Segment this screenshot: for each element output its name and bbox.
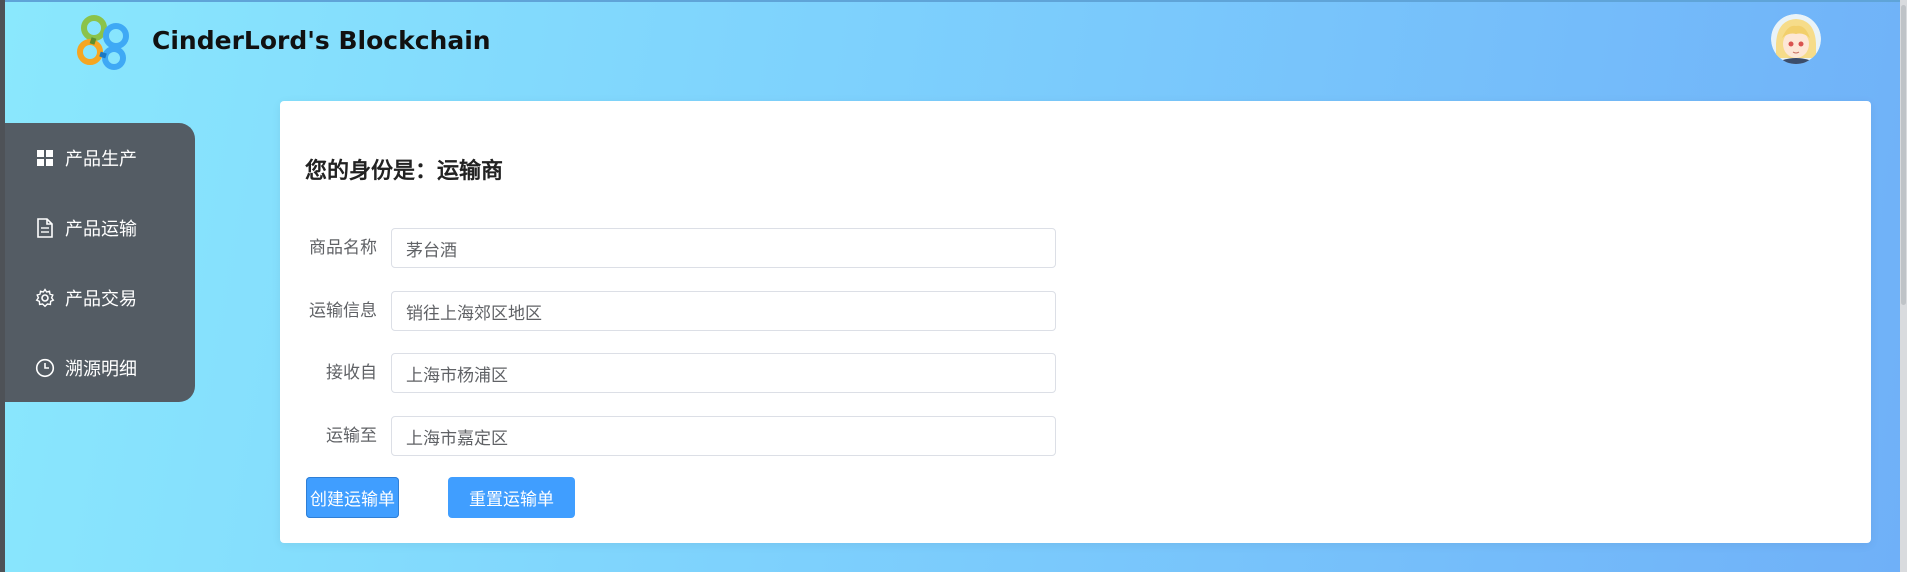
transport-to-label: 运输至 [326,426,377,446]
transport-form-card: 您的身份是：运输商 商品名称 运输信息 接收自 运输至 创建运输单 重置运输单 [280,101,1871,543]
received-from-input[interactable] [391,353,1056,393]
product-name-label: 商品名称 [309,238,377,258]
app-title: CinderLord's Blockchain [152,26,491,55]
sidebar-item-label: 产品生产 [65,149,137,170]
form-row-transport-to: 运输至 [280,416,1280,456]
form-row-received-from: 接收自 [280,353,1280,393]
window-top-border [0,0,1907,2]
sidebar-item-trace[interactable]: 溯源明细 [5,333,195,403]
user-avatar[interactable] [1771,14,1821,64]
sidebar-item-label: 产品交易 [65,289,137,310]
create-waybill-button[interactable]: 创建运输单 [306,477,399,518]
transport-info-input[interactable] [391,291,1056,331]
product-name-input[interactable] [391,228,1056,268]
sidebar-item-transport[interactable]: 产品运输 [5,193,195,263]
sidebar-item-label: 溯源明细 [65,359,137,380]
sidebar-item-label: 产品运输 [65,219,137,240]
grid-icon [35,148,55,168]
transport-info-label: 运输信息 [309,301,377,321]
scrollbar-thumb[interactable] [1901,5,1906,305]
form-row-transport-info: 运输信息 [280,291,1280,331]
form-row-product-name: 商品名称 [280,228,1280,268]
gear-icon [35,288,55,308]
transport-to-input[interactable] [391,416,1056,456]
sidebar-item-production[interactable]: 产品生产 [5,123,195,193]
blockchain-logo-icon [72,10,134,72]
anime-avatar-icon [1771,14,1821,64]
document-icon [35,218,55,238]
reset-waybill-button[interactable]: 重置运输单 [448,477,575,518]
sidebar-item-trade[interactable]: 产品交易 [5,263,195,333]
sidebar-menu: 产品生产 产品运输 产品交易 溯源明细 [5,123,195,402]
received-from-label: 接收自 [326,363,377,383]
role-heading: 您的身份是：运输商 [305,159,504,184]
clock-icon [35,358,55,378]
vertical-scrollbar[interactable] [1900,0,1907,572]
